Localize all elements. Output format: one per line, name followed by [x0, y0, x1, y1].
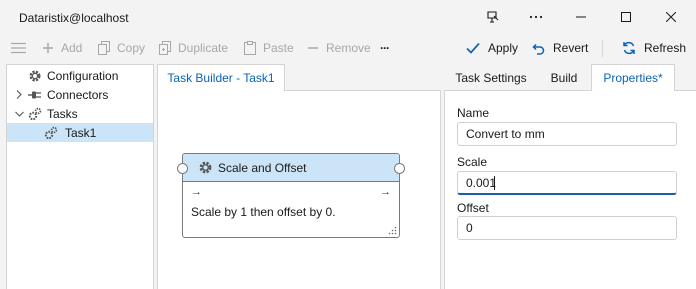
tab-build-label: Build [550, 70, 578, 85]
revert-label: Revert [553, 41, 589, 55]
more-options-button[interactable] [513, 0, 559, 34]
chevron-down-icon[interactable] [14, 109, 24, 119]
remove-button[interactable]: Remove [306, 34, 371, 62]
copy-label: Copy [117, 41, 146, 55]
apply-label: Apply [488, 41, 519, 55]
tree-item-task1[interactable]: Task1 [7, 123, 153, 142]
pin-window-button[interactable] [470, 0, 516, 34]
gear-icon [199, 161, 212, 174]
pin-window-icon [487, 11, 499, 23]
scale-and-offset-node[interactable]: Scale and Offset → → Scale by 1 then off… [182, 153, 400, 238]
tree-item-label: Connectors [47, 87, 109, 102]
tab-task-settings[interactable]: Task Settings [448, 64, 534, 91]
undo-icon [531, 41, 545, 55]
tree-item-tasks[interactable]: Tasks [7, 104, 153, 123]
add-label: Add [61, 41, 83, 55]
checkmark-icon [466, 41, 480, 55]
refresh-button[interactable]: Refresh [622, 34, 686, 62]
toolbar-divider [602, 40, 603, 57]
scale-label: Scale [457, 155, 488, 169]
gears-icon [44, 126, 58, 139]
tab-task-builder[interactable]: Task Builder - Task1 [157, 64, 285, 91]
refresh-label: Refresh [644, 41, 687, 55]
tree-item-label: Configuration [47, 68, 119, 83]
node-output-port[interactable] [394, 163, 405, 174]
close-icon [666, 12, 676, 22]
paste-icon [243, 41, 257, 55]
node-title: Scale and Offset [218, 161, 307, 175]
add-button[interactable]: Add [41, 34, 82, 62]
copy-icon [97, 41, 111, 55]
apply-button[interactable]: Apply [466, 34, 518, 62]
tab-task-builder-label: Task Builder - Task1 [167, 71, 275, 85]
tab-properties-label: Properties* [603, 71, 663, 85]
gears-icon [28, 107, 42, 120]
remove-label: Remove [326, 41, 371, 55]
tree-item-label: Task1 [65, 125, 97, 140]
plus-icon [41, 41, 55, 55]
node-header[interactable]: Scale and Offset [183, 154, 399, 182]
copy-button[interactable]: Copy [97, 34, 145, 62]
close-button[interactable] [648, 0, 694, 34]
duplicate-button[interactable]: Duplicate [158, 34, 228, 62]
revert-button[interactable]: Revert [531, 34, 588, 62]
refresh-icon [622, 41, 636, 55]
maximize-button[interactable] [603, 0, 649, 34]
tree-item-configuration[interactable]: Configuration [7, 66, 153, 85]
minus-icon [306, 41, 320, 55]
resize-grip-icon[interactable] [388, 226, 397, 235]
maximize-icon [621, 12, 631, 22]
toolbar: Add Copy Duplicate Paste Remove ··· Appl… [0, 34, 696, 62]
offset-field[interactable] [457, 216, 677, 240]
paste-button[interactable]: Paste [243, 34, 294, 62]
menu-button[interactable] [11, 34, 26, 62]
navigation-tree: Configuration Connectors Tasks Task1 [6, 64, 154, 289]
text-caret [494, 176, 495, 190]
more-icon [529, 15, 543, 19]
tab-properties[interactable]: Properties* [591, 64, 675, 91]
plug-icon [28, 91, 41, 98]
title-bar: Dataristix@localhost [0, 0, 696, 34]
node-description: Scale by 1 then offset by 0. [191, 205, 336, 219]
name-label: Name [457, 106, 490, 120]
output-arrow-icon: → [380, 186, 391, 198]
more-commands-button[interactable]: ··· [380, 34, 390, 62]
tab-build[interactable]: Build [538, 64, 590, 91]
gear-icon [29, 69, 41, 82]
hamburger-menu-icon [11, 42, 26, 54]
minimize-button[interactable] [558, 0, 604, 34]
scale-field[interactable] [457, 171, 677, 195]
paste-label: Paste [263, 41, 294, 55]
tree-item-label: Tasks [47, 106, 78, 121]
name-field[interactable] [457, 122, 677, 146]
duplicate-label: Duplicate [178, 41, 229, 55]
tree-item-connectors[interactable]: Connectors [7, 85, 153, 104]
input-arrow-icon: → [191, 186, 202, 198]
duplicate-icon [158, 41, 172, 55]
chevron-right-icon[interactable] [14, 90, 24, 100]
node-input-port[interactable] [177, 163, 188, 174]
tab-task-settings-label: Task Settings [455, 70, 527, 85]
minimize-icon [576, 16, 586, 18]
more-commands-label: ··· [380, 41, 390, 55]
window-title: Dataristix@localhost [19, 11, 129, 25]
offset-label: Offset [457, 201, 489, 215]
